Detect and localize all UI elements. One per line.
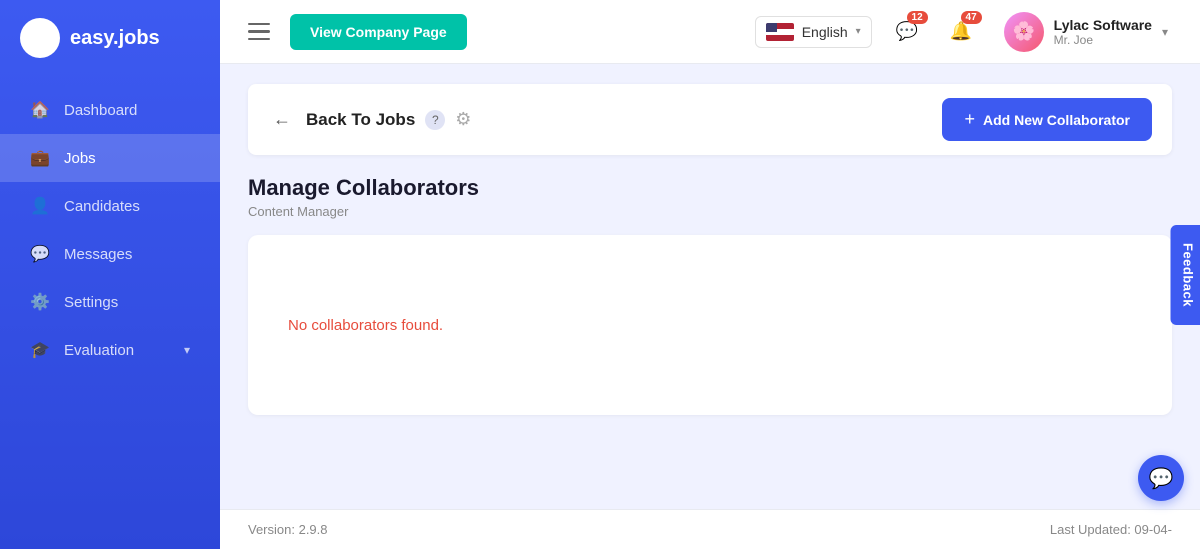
evaluation-icon: 🎓 [30, 340, 50, 360]
back-bar: ← Back To Jobs ? ⚙ + Add New Collaborato… [248, 84, 1172, 155]
user-chevron-icon: ▾ [1162, 25, 1168, 39]
back-title: Back To Jobs [306, 110, 415, 130]
gear-icon[interactable]: ⚙ [455, 109, 471, 130]
feedback-tab[interactable]: Feedback [1171, 225, 1200, 325]
sidebar-logo: easy.jobs [0, 0, 220, 76]
no-collaborators-message: No collaborators found. [268, 317, 443, 334]
bell-notification-button[interactable]: 🔔 47 [942, 13, 980, 51]
chat-badge: 12 [907, 11, 928, 24]
view-company-button[interactable]: View Company Page [290, 14, 467, 50]
sidebar-navigation: 🏠 Dashboard 💼 Jobs 👤 Candidates 💬 Messag… [0, 86, 220, 374]
chat-notification-button[interactable]: 💬 12 [888, 13, 926, 51]
dashboard-icon: 🏠 [30, 100, 50, 120]
sidebar-item-jobs-label: Jobs [64, 150, 96, 167]
hamburger-line [248, 38, 270, 41]
chat-bubble-icon: 💬 [1149, 466, 1174, 491]
us-flag-icon [766, 23, 794, 41]
plus-icon: + [964, 109, 975, 130]
avatar: 🌸 [1004, 12, 1044, 52]
main-content: View Company Page English ▾ 💬 12 🔔 47 🌸 … [220, 0, 1200, 549]
sidebar-item-evaluation[interactable]: 🎓 Evaluation ▾ [0, 326, 220, 374]
chat-icon: 💬 [895, 21, 917, 42]
sidebar-item-settings[interactable]: ⚙️ Settings [0, 278, 220, 326]
language-selector[interactable]: English ▾ [755, 16, 872, 48]
user-profile[interactable]: 🌸 Lylac Software Mr. Joe ▾ [996, 8, 1176, 56]
last-updated-label: Last Updated: 09-04- [1050, 522, 1172, 537]
page-content: ← Back To Jobs ? ⚙ + Add New Collaborato… [220, 64, 1200, 509]
app-logo-icon [20, 18, 60, 58]
page-title-area: Manage Collaborators Content Manager [248, 175, 1172, 219]
page-subtitle: Content Manager [248, 204, 1172, 219]
sidebar-item-messages-label: Messages [64, 246, 132, 263]
sidebar: easy.jobs 🏠 Dashboard 💼 Jobs 👤 Candidate… [0, 0, 220, 549]
chevron-down-icon: ▾ [184, 343, 190, 357]
page-footer: Version: 2.9.8 Last Updated: 09-04- [220, 509, 1200, 549]
jobs-icon: 💼 [30, 148, 50, 168]
bell-badge: 47 [961, 11, 982, 24]
candidates-icon: 👤 [30, 196, 50, 216]
language-label: English [802, 24, 848, 40]
help-icon[interactable]: ? [425, 110, 445, 130]
sidebar-item-messages[interactable]: 💬 Messages [0, 230, 220, 278]
app-name: easy.jobs [70, 27, 160, 50]
version-label: Version: 2.9.8 [248, 522, 328, 537]
sidebar-item-evaluation-label: Evaluation [64, 342, 134, 359]
back-button[interactable]: ← [268, 106, 296, 134]
sidebar-item-settings-label: Settings [64, 294, 118, 311]
bell-icon: 🔔 [949, 21, 971, 42]
language-chevron-icon: ▾ [856, 26, 861, 37]
page-title: Manage Collaborators [248, 175, 1172, 201]
hamburger-button[interactable] [244, 19, 274, 45]
add-new-collaborator-button[interactable]: + Add New Collaborator [942, 98, 1152, 141]
user-info: Lylac Software Mr. Joe [1054, 17, 1152, 47]
user-name: Lylac Software [1054, 17, 1152, 33]
user-role: Mr. Joe [1054, 33, 1152, 47]
top-header: View Company Page English ▾ 💬 12 🔔 47 🌸 … [220, 0, 1200, 64]
sidebar-item-candidates-label: Candidates [64, 198, 140, 215]
hamburger-line [248, 23, 270, 26]
sidebar-item-jobs[interactable]: 💼 Jobs [0, 134, 220, 182]
sidebar-item-dashboard[interactable]: 🏠 Dashboard [0, 86, 220, 134]
messages-icon: 💬 [30, 244, 50, 264]
collaborators-box: No collaborators found. [248, 235, 1172, 415]
add-collaborator-label: Add New Collaborator [983, 112, 1130, 128]
settings-icon: ⚙️ [30, 292, 50, 312]
hamburger-line [248, 30, 270, 33]
sidebar-item-dashboard-label: Dashboard [64, 102, 137, 119]
sidebar-item-candidates[interactable]: 👤 Candidates [0, 182, 220, 230]
chat-bubble-button[interactable]: 💬 [1138, 455, 1184, 501]
